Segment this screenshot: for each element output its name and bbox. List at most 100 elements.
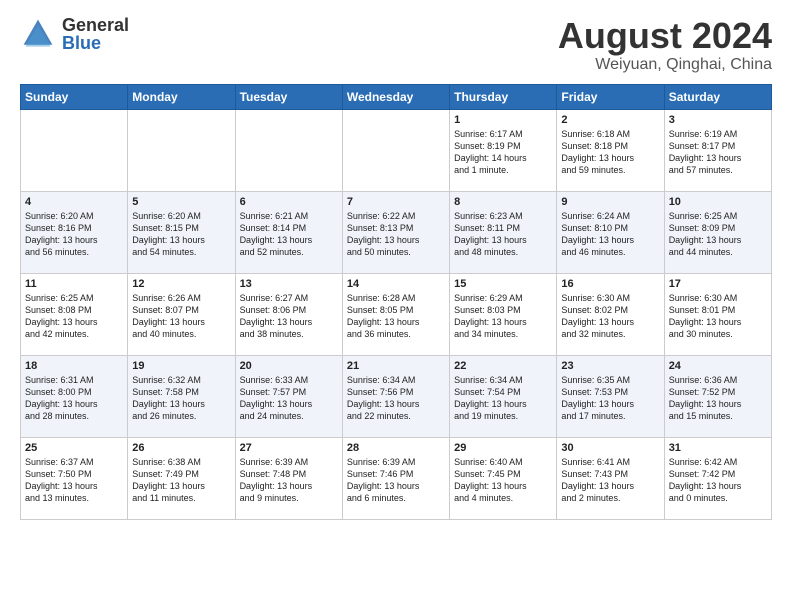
day-info: Sunrise: 6:25 AM Sunset: 8:08 PM Dayligh… — [25, 292, 123, 341]
calendar-cell: 21Sunrise: 6:34 AM Sunset: 7:56 PM Dayli… — [342, 355, 449, 437]
day-info: Sunrise: 6:22 AM Sunset: 8:13 PM Dayligh… — [347, 210, 445, 259]
calendar-cell: 31 Sunrise: 6:42 AM Sunset: 7:42 PM Dayli… — [664, 437, 771, 519]
calendar-cell: 20 Sunrise: 6:33 AM Sunset: 7:57 PM Dayli… — [235, 355, 342, 437]
logo: General Blue — [20, 16, 129, 52]
day-number: 20 — [240, 360, 338, 372]
day-info: Sunrise: 6:23 AM Sunset: 8:11 PM Dayligh… — [454, 210, 552, 259]
day-number: 26 — [132, 442, 230, 454]
day-info: Sunrise: 6:32 AM Sunset: 7:58 PM Dayligh… — [132, 374, 230, 423]
title-block: August 2024 Weiyuan, Qinghai, China — [558, 16, 772, 74]
day-info: Sunrise: 6:28 AM Sunset: 8:05 PM Dayligh… — [347, 292, 445, 341]
day-number: 31 — [669, 442, 767, 454]
day-info: Sunrise: 6:40 AM Sunset: 7:45 PM Dayligh… — [454, 456, 552, 505]
week-row-2: 11 Sunrise: 6:25 AM Sunset: 8:08 PM Dayli… — [21, 273, 772, 355]
day-info: Sunrise: 6:34 AM Sunset: 7:56 PM Dayligh… — [347, 374, 445, 423]
header-row: SundayMondayTuesdayWednesdayThursdayFrid… — [21, 84, 772, 109]
calendar-cell: 24 Sunrise: 6:36 AM Sunset: 7:52 PM Dayli… — [664, 355, 771, 437]
calendar-cell: 28Sunrise: 6:39 AM Sunset: 7:46 PM Dayli… — [342, 437, 449, 519]
day-info: Sunrise: 6:29 AM Sunset: 8:03 PM Dayligh… — [454, 292, 552, 341]
week-row-3: 18 Sunrise: 6:31 AM Sunset: 8:00 PM Dayli… — [21, 355, 772, 437]
day-number: 30 — [561, 442, 659, 454]
day-number: 16 — [561, 278, 659, 290]
header-cell-sunday: Sunday — [21, 84, 128, 109]
calendar-cell: 11 Sunrise: 6:25 AM Sunset: 8:08 PM Dayli… — [21, 273, 128, 355]
calendar-cell: 13 Sunrise: 6:27 AM Sunset: 8:06 PM Dayli… — [235, 273, 342, 355]
day-info: Sunrise: 6:35 AM Sunset: 7:53 PM Dayligh… — [561, 374, 659, 423]
calendar-cell — [21, 109, 128, 191]
day-number: 19 — [132, 360, 230, 372]
day-info: Sunrise: 6:36 AM Sunset: 7:52 PM Dayligh… — [669, 374, 767, 423]
calendar-table: SundayMondayTuesdayWednesdayThursdayFrid… — [20, 84, 772, 520]
calendar-cell: 29Sunrise: 6:40 AM Sunset: 7:45 PM Dayli… — [450, 437, 557, 519]
day-number: 5 — [132, 196, 230, 208]
calendar-cell: 4 Sunrise: 6:20 AM Sunset: 8:16 PM Daylig… — [21, 191, 128, 273]
day-number: 15 — [454, 278, 552, 290]
day-number: 13 — [240, 278, 338, 290]
page: General Blue August 2024 Weiyuan, Qingha… — [0, 0, 792, 612]
calendar-cell: 2 Sunrise: 6:18 AM Sunset: 8:18 PM Daylig… — [557, 109, 664, 191]
header-cell-saturday: Saturday — [664, 84, 771, 109]
week-row-1: 4 Sunrise: 6:20 AM Sunset: 8:16 PM Daylig… — [21, 191, 772, 273]
calendar-cell: 14Sunrise: 6:28 AM Sunset: 8:05 PM Dayli… — [342, 273, 449, 355]
day-info: Sunrise: 6:31 AM Sunset: 8:00 PM Dayligh… — [25, 374, 123, 423]
calendar-cell: 16Sunrise: 6:30 AM Sunset: 8:02 PM Dayli… — [557, 273, 664, 355]
day-info: Sunrise: 6:38 AM Sunset: 7:49 PM Dayligh… — [132, 456, 230, 505]
day-number: 10 — [669, 196, 767, 208]
calendar-cell: 8Sunrise: 6:23 AM Sunset: 8:11 PM Daylig… — [450, 191, 557, 273]
week-row-4: 25 Sunrise: 6:37 AM Sunset: 7:50 PM Dayli… — [21, 437, 772, 519]
day-info: Sunrise: 6:17 AM Sunset: 8:19 PM Dayligh… — [454, 128, 552, 177]
day-number: 25 — [25, 442, 123, 454]
day-number: 4 — [25, 196, 123, 208]
calendar-cell: 7Sunrise: 6:22 AM Sunset: 8:13 PM Daylig… — [342, 191, 449, 273]
header-cell-wednesday: Wednesday — [342, 84, 449, 109]
day-number: 12 — [132, 278, 230, 290]
calendar-cell: 17Sunrise: 6:30 AM Sunset: 8:01 PM Dayli… — [664, 273, 771, 355]
day-info: Sunrise: 6:26 AM Sunset: 8:07 PM Dayligh… — [132, 292, 230, 341]
day-number: 1 — [454, 114, 552, 126]
day-info: Sunrise: 6:33 AM Sunset: 7:57 PM Dayligh… — [240, 374, 338, 423]
calendar-cell: 23Sunrise: 6:35 AM Sunset: 7:53 PM Dayli… — [557, 355, 664, 437]
day-number: 11 — [25, 278, 123, 290]
day-info: Sunrise: 6:34 AM Sunset: 7:54 PM Dayligh… — [454, 374, 552, 423]
logo-text: General Blue — [62, 16, 129, 52]
calendar-cell: 3Sunrise: 6:19 AM Sunset: 8:17 PM Daylig… — [664, 109, 771, 191]
week-row-0: 1 Sunrise: 6:17 AM Sunset: 8:19 PM Daylig… — [21, 109, 772, 191]
day-number: 2 — [561, 114, 659, 126]
calendar-cell: 1 Sunrise: 6:17 AM Sunset: 8:19 PM Daylig… — [450, 109, 557, 191]
day-info: Sunrise: 6:27 AM Sunset: 8:06 PM Dayligh… — [240, 292, 338, 341]
header-cell-tuesday: Tuesday — [235, 84, 342, 109]
day-info: Sunrise: 6:42 AM Sunset: 7:42 PM Dayligh… — [669, 456, 767, 505]
day-number: 17 — [669, 278, 767, 290]
header-cell-friday: Friday — [557, 84, 664, 109]
day-info: Sunrise: 6:24 AM Sunset: 8:10 PM Dayligh… — [561, 210, 659, 259]
day-info: Sunrise: 6:21 AM Sunset: 8:14 PM Dayligh… — [240, 210, 338, 259]
calendar-cell: 6 Sunrise: 6:21 AM Sunset: 8:14 PM Daylig… — [235, 191, 342, 273]
day-info: Sunrise: 6:37 AM Sunset: 7:50 PM Dayligh… — [25, 456, 123, 505]
header-cell-thursday: Thursday — [450, 84, 557, 109]
calendar-cell — [235, 109, 342, 191]
day-info: Sunrise: 6:20 AM Sunset: 8:16 PM Dayligh… — [25, 210, 123, 259]
day-number: 27 — [240, 442, 338, 454]
day-info: Sunrise: 6:39 AM Sunset: 7:46 PM Dayligh… — [347, 456, 445, 505]
logo-blue-text: Blue — [62, 34, 129, 52]
calendar-cell: 30Sunrise: 6:41 AM Sunset: 7:43 PM Dayli… — [557, 437, 664, 519]
day-number: 6 — [240, 196, 338, 208]
day-info: Sunrise: 6:25 AM Sunset: 8:09 PM Dayligh… — [669, 210, 767, 259]
day-number: 22 — [454, 360, 552, 372]
day-number: 3 — [669, 114, 767, 126]
calendar-cell: 9Sunrise: 6:24 AM Sunset: 8:10 PM Daylig… — [557, 191, 664, 273]
calendar-cell: 15 Sunrise: 6:29 AM Sunset: 8:03 PM Dayli… — [450, 273, 557, 355]
calendar-cell: 25 Sunrise: 6:37 AM Sunset: 7:50 PM Dayli… — [21, 437, 128, 519]
day-number: 24 — [669, 360, 767, 372]
calendar-cell — [342, 109, 449, 191]
calendar-cell — [128, 109, 235, 191]
calendar-body: 1 Sunrise: 6:17 AM Sunset: 8:19 PM Daylig… — [21, 109, 772, 519]
day-info: Sunrise: 6:18 AM Sunset: 8:18 PM Dayligh… — [561, 128, 659, 177]
calendar-cell: 19 Sunrise: 6:32 AM Sunset: 7:58 PM Dayli… — [128, 355, 235, 437]
calendar-cell: 22 Sunrise: 6:34 AM Sunset: 7:54 PM Dayli… — [450, 355, 557, 437]
logo-general-text: General — [62, 16, 129, 34]
calendar-cell: 10 Sunrise: 6:25 AM Sunset: 8:09 PM Dayli… — [664, 191, 771, 273]
main-title: August 2024 — [558, 16, 772, 56]
header: General Blue August 2024 Weiyuan, Qingha… — [20, 16, 772, 74]
day-number: 18 — [25, 360, 123, 372]
